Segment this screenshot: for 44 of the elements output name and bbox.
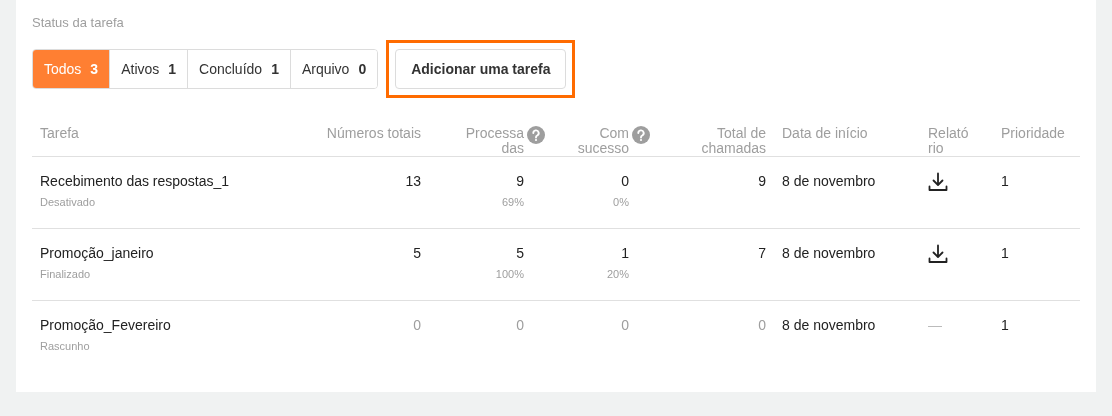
number-cell: 1 xyxy=(621,244,629,262)
task-status: Finalizado xyxy=(40,267,91,281)
number-cell: 5 xyxy=(516,244,524,262)
column-header: Tarefa xyxy=(40,126,79,141)
priority-text: 1 xyxy=(1001,244,1009,262)
number-cell: 0 xyxy=(516,316,524,334)
column-header: Números totais xyxy=(326,126,421,141)
help-icon[interactable] xyxy=(527,126,545,144)
add-task-button[interactable]: Adicionar uma tarefa xyxy=(395,49,567,89)
number-cell: 0 xyxy=(621,172,629,190)
percent-text: 20% xyxy=(606,267,629,281)
number-cell: 0 xyxy=(621,316,629,334)
task-name: Recebimento das respostas_1 xyxy=(40,172,230,190)
help-icon[interactable] xyxy=(632,126,650,144)
number-cell: 9 xyxy=(516,172,524,190)
number-cell: 5 xyxy=(413,244,421,262)
date-text: 8 de novembro xyxy=(782,244,876,262)
date-text: 8 de novembro xyxy=(782,316,876,334)
column-header: Relató rio xyxy=(928,126,969,156)
task-name: Promoção_Fevereiro xyxy=(40,316,171,334)
column-header: Total de chamadas xyxy=(701,126,766,156)
filter-label: Status da tarefa xyxy=(32,15,125,31)
date-text: 8 de novembro xyxy=(782,172,876,190)
column-header: Prioridade xyxy=(1001,126,1065,141)
number-cell: 7 xyxy=(758,244,766,262)
priority-text: 1 xyxy=(1001,316,1009,334)
column-header: Processa das xyxy=(465,126,524,156)
number-cell: 0 xyxy=(758,316,766,334)
column-header: Com sucesso xyxy=(577,126,629,156)
download-icon[interactable] xyxy=(928,172,948,192)
empty-dash: — xyxy=(928,316,942,334)
download-icon[interactable] xyxy=(928,244,948,264)
status-tab[interactable]: Arquivo 0 xyxy=(289,50,378,88)
number-cell: 0 xyxy=(413,316,421,334)
percent-text: 69% xyxy=(501,195,524,209)
task-name: Promoção_janeiro xyxy=(40,244,154,262)
percent-text: 0% xyxy=(613,195,629,209)
percent-text: 100% xyxy=(495,267,524,281)
column-header: Data de início xyxy=(782,126,868,141)
number-cell: 13 xyxy=(405,172,421,190)
task-status: Desativado xyxy=(40,195,96,209)
number-cell: 9 xyxy=(758,172,766,190)
task-status: Rascunho xyxy=(40,339,90,353)
priority-text: 1 xyxy=(1001,172,1009,190)
